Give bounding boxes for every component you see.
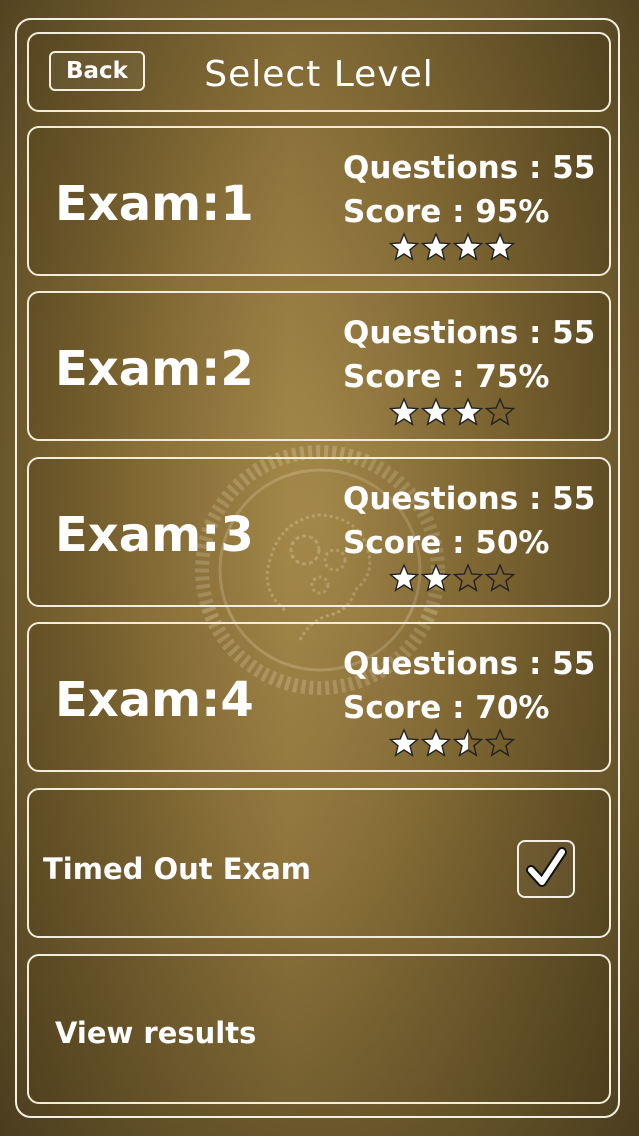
view-results-button[interactable]: View results	[27, 954, 611, 1104]
star-icon	[421, 397, 451, 426]
timed-exam-row: Timed Out Exam	[27, 788, 611, 938]
star-icon	[453, 232, 483, 261]
star-rating	[389, 397, 515, 427]
exam-card-2[interactable]: Exam:2 Questions : 55 Score : 75%	[27, 291, 611, 441]
exam-info: Questions : 55 Score : 70%	[343, 642, 603, 730]
star-icon	[453, 563, 483, 592]
checkmark-icon	[526, 847, 567, 887]
star-rating	[389, 728, 515, 758]
exam-label: Exam:4	[55, 672, 254, 728]
exam-card-4[interactable]: Exam:4 Questions : 55 Score : 70%	[27, 622, 611, 772]
star-icon	[421, 728, 451, 757]
exam-info: Questions : 55 Score : 95%	[343, 146, 603, 234]
exam-info: Questions : 55 Score : 50%	[343, 477, 603, 565]
questions-count: Questions : 55	[343, 150, 596, 186]
star-rating	[389, 232, 515, 262]
timed-exam-label: Timed Out Exam	[43, 852, 312, 886]
star-icon	[389, 232, 419, 261]
questions-count: Questions : 55	[343, 481, 596, 517]
exam-label: Exam:1	[55, 176, 254, 232]
exam-label: Exam:2	[55, 341, 254, 397]
exam-card-1[interactable]: Exam:1 Questions : 55 Score : 95%	[27, 126, 611, 276]
star-icon	[389, 728, 419, 757]
star-icon	[389, 397, 419, 426]
star-icon	[453, 728, 483, 757]
star-rating	[389, 563, 515, 593]
exam-score: Score : 70%	[343, 690, 550, 726]
page-title: Select Level	[204, 54, 434, 95]
exam-score: Score : 50%	[343, 525, 550, 561]
view-results-label: View results	[55, 1016, 257, 1050]
star-icon	[485, 397, 515, 426]
exam-score: Score : 75%	[343, 359, 550, 395]
star-icon	[485, 232, 515, 261]
exam-label: Exam:3	[55, 507, 254, 563]
star-icon	[421, 563, 451, 592]
exam-info: Questions : 55 Score : 75%	[343, 311, 603, 399]
star-icon	[389, 563, 419, 592]
star-icon	[485, 728, 515, 757]
exam-card-3[interactable]: Exam:3 Questions : 55 Score : 50%	[27, 457, 611, 607]
questions-count: Questions : 55	[343, 646, 596, 682]
exam-score: Score : 95%	[343, 194, 550, 230]
questions-count: Questions : 55	[343, 315, 596, 351]
star-icon	[453, 397, 483, 426]
header-bar: Back Select Level	[27, 32, 611, 112]
timed-exam-checkbox[interactable]	[517, 840, 575, 898]
star-icon	[485, 563, 515, 592]
star-icon	[421, 232, 451, 261]
